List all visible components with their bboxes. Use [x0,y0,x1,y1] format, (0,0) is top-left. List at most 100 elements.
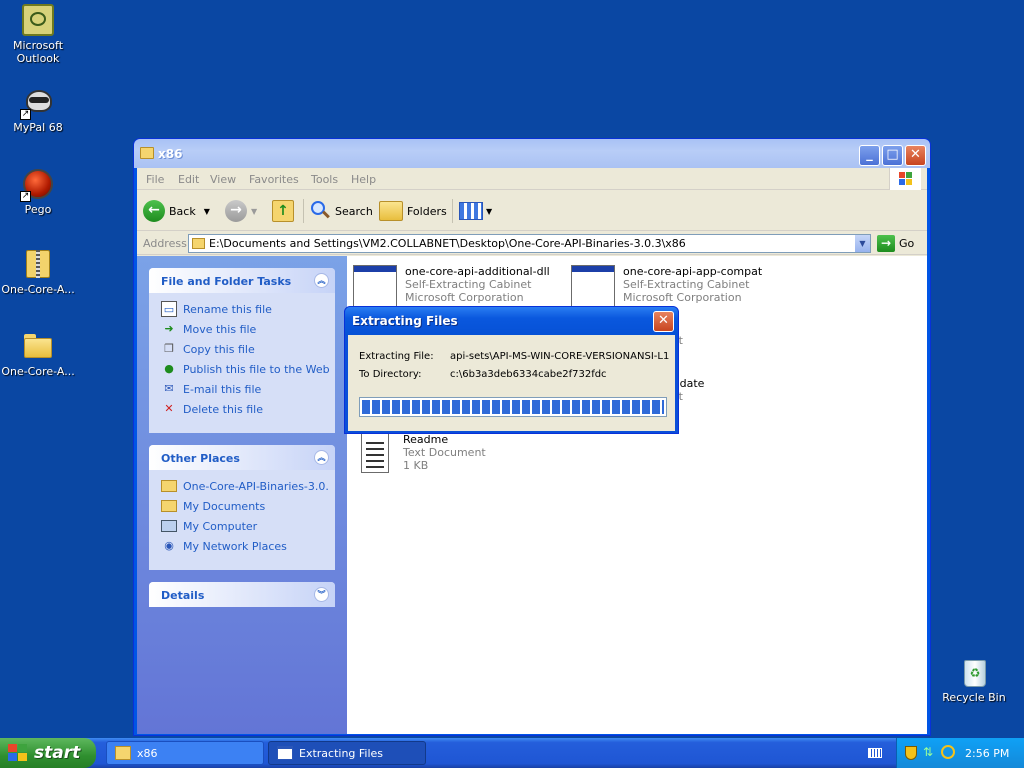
place-my-network[interactable]: ◉ My Network Places [149,536,335,556]
link-label: One-Core-API-Binaries-3.0. [183,479,329,493]
link-label: Move this file [183,322,257,336]
to-directory-label: To Directory: [359,369,422,380]
text-document-icon [361,433,389,473]
details-panel: Details ︾ [149,582,335,607]
move-file-link[interactable]: ➜ Move this file [149,319,335,339]
menu-edit[interactable]: Edit [178,173,199,186]
cabinet-file-icon [571,265,615,309]
file-type: Self-Extracting Cabinet [405,278,532,291]
start-label: start [34,743,81,763]
panel-header[interactable]: Other Places ︽ [149,445,335,470]
folders-label: Folders [407,204,447,218]
search-button[interactable]: Search [309,198,373,224]
clock[interactable]: 2:56 PM [965,747,1009,760]
cabinet-file-icon [353,265,397,309]
back-button[interactable]: ← Back ▼ [143,198,210,224]
desktop-icon-onecore-zip[interactable]: One-Core-A... [0,248,76,296]
panel-title: Other Places [161,452,240,465]
search-tray-icon[interactable] [941,745,955,759]
extracting-files-dialog[interactable]: Extracting Files ✕ Extracting File: api-… [344,306,679,434]
chevron-down-icon[interactable]: ▼ [204,207,210,216]
start-button[interactable]: start [0,738,96,768]
desktop-icon-onecore-folder[interactable]: One-Core-A... [0,330,76,378]
menu-bar: File Edit View Favorites Tools Help [137,168,927,190]
file-item[interactable]: one-core-api-app-compat Self-Extracting … [571,265,762,309]
dialog-body: Extracting File: api-sets\API-MS-WIN-COR… [348,335,675,431]
file-name: one-core-api-app-compat [623,265,763,278]
file-item[interactable]: Readme Text Document 1 KB [349,433,486,473]
place-my-documents[interactable]: My Documents [149,496,335,516]
up-folder-button[interactable]: ↑ [272,198,294,224]
outlook-icon [22,4,54,36]
keyboard-icon[interactable] [868,748,882,758]
forward-button[interactable]: → ▼ [225,198,257,224]
place-my-computer[interactable]: My Computer [149,516,335,536]
folder-icon [115,746,131,760]
rename-file-link[interactable]: ▭ Rename this file [149,299,335,319]
place-parent-folder[interactable]: One-Core-API-Binaries-3.0. [149,476,335,496]
extracting-file-label: Extracting File: [359,351,434,362]
chevron-down-icon: ▼ [251,206,258,216]
network-icon[interactable]: ⇅ [923,745,937,759]
desktop-icon-label: Pego [24,203,52,216]
minimize-button[interactable]: _ [859,145,880,166]
close-button[interactable]: ✕ [653,311,674,332]
file-name: Readme [403,433,449,446]
maximize-button[interactable]: □ [882,145,903,166]
delete-file-link[interactable]: ✕ Delete this file [149,399,335,419]
dialog-titlebar[interactable]: Extracting Files ✕ [345,307,678,335]
menu-view[interactable]: View [210,173,236,186]
desktop-icon-label: MyPal 68 [13,121,63,134]
desktop-icon-label: Recycle Bin [942,691,1006,704]
taskbar: start x86 Extracting Files ⇅ 2:56 PM [0,738,1024,768]
file-size: 1 KB [403,459,429,472]
explorer-window[interactable]: x86 _ □ ✕ File Edit View Favorites Tools… [133,138,931,736]
other-places-panel: Other Places ︽ One-Core-API-Binaries-3.0… [149,445,335,570]
go-button[interactable]: → Go [877,234,914,253]
file-type: Text Document [403,446,486,459]
menu-help[interactable]: Help [351,173,376,186]
desktop-icon-label: Microsoft Outlook [12,39,64,65]
up-folder-icon: ↑ [272,200,294,222]
publish-file-link[interactable]: ● Publish this file to the Web [149,359,335,379]
file-item[interactable]: one-core-api-additional-dll Self-Extract… [353,265,550,309]
address-dropdown-button[interactable]: ▼ [854,235,870,252]
security-shield-icon[interactable] [905,746,917,760]
to-directory-value: c:\6b3a3deb6334cabe2f732fdc [450,369,607,380]
pego-icon: ↗ [20,168,54,202]
taskbar-item-extracting[interactable]: Extracting Files [268,741,426,765]
desktop-icon-mypal[interactable]: ↗ MyPal 68 [0,86,76,134]
email-file-link[interactable]: ✉ E-mail this file [149,379,335,399]
desktop-icon-recycle-bin[interactable]: ♻ Recycle Bin [936,656,1012,704]
desktop-icon-pego[interactable]: ↗ Pego [0,168,76,216]
address-input[interactable]: E:\Documents and Settings\VM2.COLLABNET\… [188,234,871,253]
taskbar-item-label: x86 [137,746,158,760]
expand-chevron-icon[interactable]: ︾ [314,587,329,602]
globe-icon: ● [164,362,174,375]
rename-icon: ▭ [161,301,177,317]
panel-header[interactable]: Details ︾ [149,582,335,607]
collapse-chevron-icon[interactable]: ︽ [314,450,329,465]
progress-fill [362,400,664,414]
address-bar: Address E:\Documents and Settings\VM2.CO… [137,232,927,255]
explorer-body: File Edit View Favorites Tools Help ← Ba… [137,168,927,734]
raccoon-icon: ↗ [20,86,54,120]
link-label: Delete this file [183,402,263,416]
back-arrow-icon: ← [143,200,165,222]
menu-tools[interactable]: Tools [311,173,338,186]
collapse-chevron-icon[interactable]: ︽ [314,273,329,288]
back-label: Back [169,204,196,218]
close-button[interactable]: ✕ [905,145,926,166]
windows-flag-icon [8,744,28,762]
desktop-icon-outlook[interactable]: Microsoft Outlook [0,4,76,65]
search-label: Search [335,204,373,218]
copy-file-link[interactable]: ❐ Copy this file [149,339,335,359]
windows-logo-icon [889,168,921,190]
folders-button[interactable]: Folders [379,198,447,224]
views-button[interactable]: ▼ [459,198,492,224]
panel-header[interactable]: File and Folder Tasks ︽ [149,268,335,293]
explorer-titlebar[interactable]: x86 _ □ ✕ [134,139,930,168]
taskbar-item-explorer[interactable]: x86 [106,741,264,765]
menu-file[interactable]: File [146,173,164,186]
menu-favorites[interactable]: Favorites [249,173,299,186]
